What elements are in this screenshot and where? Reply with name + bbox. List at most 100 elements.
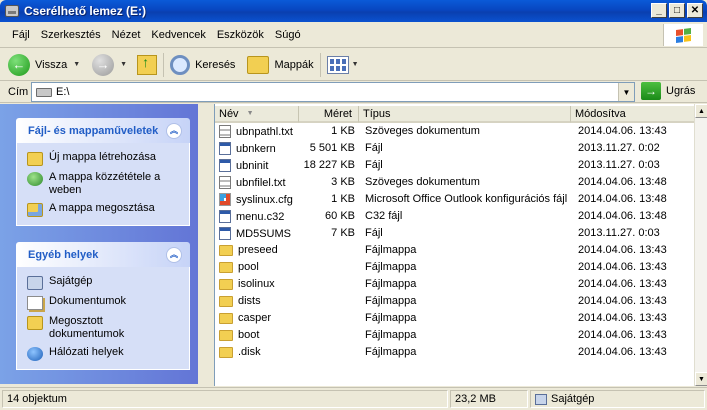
- cell-modified: 2014.04.06. 13:48: [578, 210, 667, 222]
- collapse-chevron-icon[interactable]: ︽: [166, 122, 182, 139]
- status-object-count: 14 objektum: [2, 390, 448, 408]
- column-header-name[interactable]: Név ▼: [215, 106, 299, 123]
- cell-type: Fájlmappa: [365, 346, 417, 358]
- cell-type: Szöveges dokumentum: [365, 125, 480, 137]
- column-header-size[interactable]: Méret: [299, 106, 359, 123]
- back-arrow-icon[interactable]: ←: [8, 53, 30, 76]
- up-folder-button[interactable]: [137, 54, 158, 75]
- search-icon[interactable]: [170, 54, 191, 75]
- folder-icon: [219, 312, 233, 324]
- place-label: Hálózati helyek: [49, 346, 124, 358]
- table-row[interactable]: ubnpathl.txt 1 KB Szöveges dokumentum 2014.…: [215, 123, 695, 140]
- publish-web-icon: [27, 172, 43, 186]
- go-button-label: Ugrás: [666, 85, 696, 97]
- table-row[interactable]: boot Fájlmappa 2014.04.06. 13:43: [215, 327, 695, 344]
- cell-modified: 2013.11.27. 0:03: [578, 159, 660, 171]
- scroll-down-button[interactable]: ▼: [695, 372, 707, 386]
- panel-header[interactable]: Fájl- és mappaműveletek ︽: [16, 118, 190, 143]
- go-button[interactable]: → Ugrás: [641, 82, 695, 100]
- folders-button-label[interactable]: Mappák: [274, 59, 313, 71]
- table-row[interactable]: casper Fájlmappa 2014.04.06. 13:43: [215, 310, 695, 327]
- menu-bar: Fájl Szerkesztés Nézet Kedvencek Eszközö…: [0, 22, 707, 48]
- column-label: Név: [219, 107, 239, 120]
- close-button[interactable]: ✕: [687, 3, 703, 18]
- file-list[interactable]: Név ▼ Méret Típus Módosítva ubnpathl.txt…: [214, 104, 707, 386]
- task-new-folder[interactable]: Új mappa létrehozása: [27, 151, 181, 166]
- search-button-label[interactable]: Keresés: [195, 59, 235, 71]
- place-network[interactable]: Hálózati helyek: [27, 346, 181, 361]
- table-row[interactable]: ubninit 18 227 KB Fájl 2013.11.27. 0:03: [215, 157, 695, 174]
- column-header-modified[interactable]: Módosítva: [571, 106, 695, 123]
- menu-favorites[interactable]: Kedvencek: [151, 29, 205, 41]
- menu-file[interactable]: Fájl: [12, 29, 30, 41]
- place-documents[interactable]: Dokumentumok: [27, 295, 181, 310]
- cell-name: preseed: [219, 244, 278, 256]
- maximize-button[interactable]: □: [669, 3, 685, 18]
- table-row[interactable]: preseed Fájlmappa 2014.04.06. 13:43: [215, 242, 695, 259]
- table-row[interactable]: menu.c32 60 KB C32 fájl 2014.04.06. 13:48: [215, 208, 695, 225]
- back-dropdown-icon[interactable]: ▼: [73, 61, 80, 68]
- panel-title: Fájl- és mappaműveletek: [28, 124, 159, 137]
- cell-type: Fájlmappa: [365, 261, 417, 273]
- views-dropdown-icon[interactable]: ▼: [352, 61, 359, 68]
- address-dropdown-icon[interactable]: ▼: [618, 83, 634, 101]
- cell-modified: 2014.04.06. 13:43: [578, 295, 667, 307]
- place-label: Dokumentumok: [49, 295, 127, 307]
- file-name: dists: [238, 295, 261, 307]
- cell-type: Fájlmappa: [365, 329, 417, 341]
- cell-type: Szöveges dokumentum: [365, 176, 480, 188]
- table-row[interactable]: .disk Fájlmappa 2014.04.06. 13:43: [215, 344, 695, 361]
- vertical-scrollbar[interactable]: ▲ ▼: [694, 104, 707, 386]
- folder-icon: [219, 261, 233, 273]
- task-label: A mappa közzététele a weben: [49, 171, 161, 196]
- cell-type: Fájlmappa: [365, 278, 417, 290]
- cell-modified: 2014.04.06. 13:43: [578, 329, 667, 341]
- menu-edit[interactable]: Szerkesztés: [41, 29, 101, 41]
- table-row[interactable]: MD5SUMS 7 KB Fájl 2013.11.27. 0:03: [215, 225, 695, 242]
- place-my-computer[interactable]: Sajátgép: [27, 275, 181, 290]
- cell-size: 60 KB: [325, 210, 355, 222]
- place-shared-documents[interactable]: Megosztott dokumentumok: [27, 315, 181, 341]
- column-label: Módosítva: [575, 107, 626, 120]
- forward-dropdown-icon[interactable]: ▼: [120, 61, 127, 68]
- cell-modified: 2013.11.27. 0:02: [578, 142, 660, 154]
- file-name: casper: [238, 312, 272, 324]
- collapse-chevron-icon[interactable]: ︽: [166, 246, 182, 263]
- file-name: ubnkern: [236, 142, 276, 155]
- scroll-up-button[interactable]: ▲: [695, 104, 707, 118]
- folders-icon[interactable]: [247, 55, 270, 74]
- folder-icon: [219, 346, 233, 358]
- sort-arrow-icon: ▼: [246, 110, 254, 117]
- task-share-folder[interactable]: A mappa megosztása: [27, 202, 181, 217]
- cell-type: Fájl: [365, 142, 383, 154]
- cell-size: 7 KB: [331, 227, 355, 239]
- back-button-label[interactable]: Vissza: [35, 59, 67, 71]
- table-row[interactable]: ubnfilel.txt 3 KB Szöveges dokumentum 2014.…: [215, 174, 695, 191]
- menu-tools[interactable]: Eszközök: [217, 29, 264, 41]
- table-row[interactable]: pool Fájlmappa 2014.04.06. 13:43: [215, 259, 695, 276]
- table-row[interactable]: dists Fájlmappa 2014.04.06. 13:43: [215, 293, 695, 310]
- cell-type: Fájlmappa: [365, 244, 417, 256]
- column-header-type[interactable]: Típus: [359, 106, 571, 123]
- title-bar[interactable]: Cserélhető lemez (E:) _ □ ✕: [0, 0, 707, 22]
- address-input[interactable]: E:\ ▼: [31, 82, 635, 102]
- menu-help[interactable]: Súgó: [275, 29, 301, 41]
- cell-size: 18 227 KB: [303, 159, 355, 171]
- cell-modified: 2014.04.06. 13:43: [578, 346, 667, 358]
- minimize-button[interactable]: _: [651, 3, 667, 18]
- panel-header[interactable]: Egyéb helyek ︽: [16, 242, 190, 267]
- table-row[interactable]: ubnkern 5 501 KB Fájl 2013.11.27. 0:02: [215, 140, 695, 157]
- table-row[interactable]: syslinux.cfg 1 KB Microsoft Office Outlook…: [215, 191, 695, 208]
- table-row[interactable]: isolinux Fájlmappa 2014.04.06. 13:43: [215, 276, 695, 293]
- window-title: Cserélhető lemez (E:): [24, 4, 147, 18]
- menu-view[interactable]: Nézet: [112, 29, 141, 41]
- cell-name: dists: [219, 295, 261, 307]
- forward-button[interactable]: →: [92, 53, 115, 76]
- shared-documents-icon: [27, 316, 43, 330]
- folder-icon: [219, 329, 233, 341]
- cell-size: 3 KB: [331, 176, 355, 188]
- task-publish-web[interactable]: A mappa közzététele a weben: [27, 171, 181, 197]
- views-icon[interactable]: [326, 55, 349, 74]
- cell-type: C32 fájl: [365, 210, 403, 222]
- my-computer-icon: [535, 393, 547, 405]
